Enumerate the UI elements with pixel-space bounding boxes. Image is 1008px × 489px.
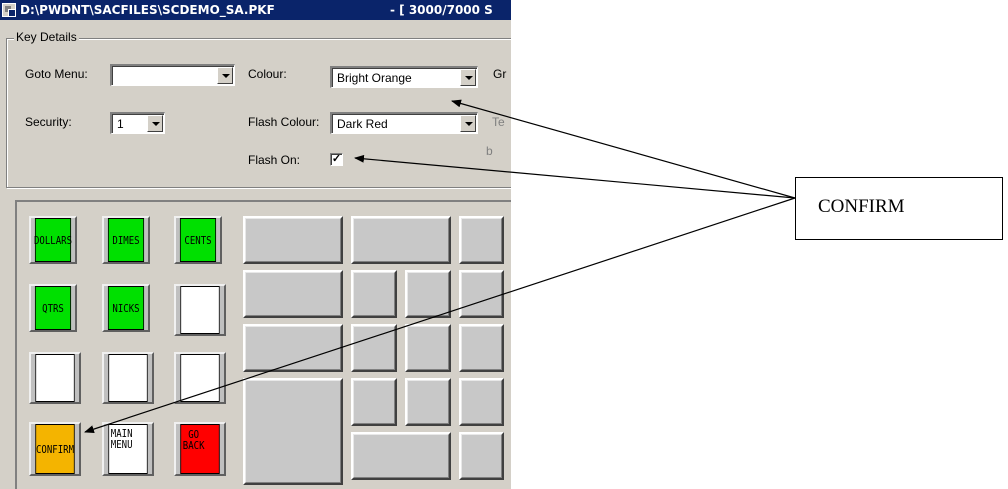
arrow-to-flash-on — [354, 154, 796, 199]
arrow-to-colour — [451, 99, 796, 199]
arrow-to-confirm-key — [84, 197, 796, 433]
annotation-arrows — [84, 99, 796, 433]
